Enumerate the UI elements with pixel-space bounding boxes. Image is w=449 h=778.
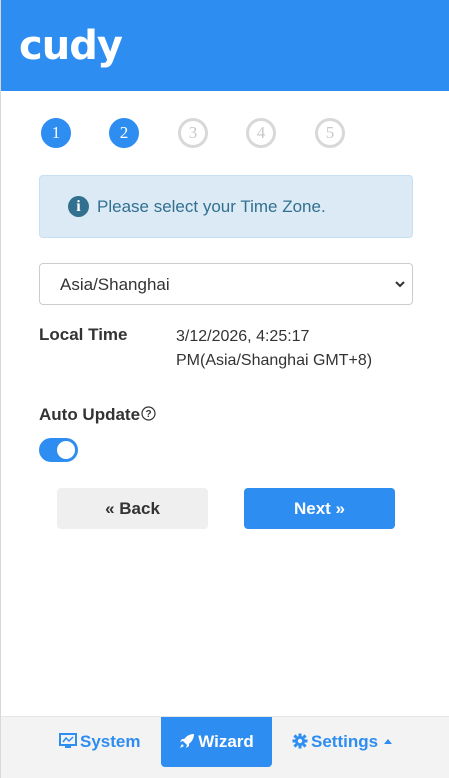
gear-icon — [292, 733, 308, 749]
auto-update-text: Auto Update — [39, 405, 141, 424]
timezone-alert: i Please select your Time Zone. — [39, 175, 413, 238]
bottom-nav: System Wizard Settings — [1, 716, 449, 778]
caret-up-icon — [384, 739, 393, 744]
local-time-value: 3/12/2026, 4:25:17 PM(Asia/Shanghai GMT+… — [176, 328, 373, 369]
back-button[interactable]: « Back — [57, 488, 208, 529]
question-circle-icon[interactable]: ? — [141, 406, 156, 421]
step-1[interactable]: 1 — [41, 118, 71, 148]
step-4: 4 — [246, 118, 276, 148]
rocket-icon — [180, 734, 195, 748]
timezone-selected-value: Asia/Shanghai — [60, 275, 170, 294]
svg-text:?: ? — [145, 409, 151, 420]
header-bar: cudy — [1, 0, 449, 91]
nav-wizard[interactable]: Wizard — [161, 717, 272, 767]
nav-system-label: System — [80, 732, 141, 751]
alert-message: Please select your Time Zone. — [97, 197, 326, 216]
auto-update-label: Auto Update? — [39, 405, 156, 425]
nav-system[interactable]: System — [59, 717, 140, 767]
step-2[interactable]: 2 — [109, 118, 139, 148]
nav-wizard-label: Wizard — [198, 732, 254, 751]
wizard-page: cudy 1 2 3 4 5 i Please select your Time… — [0, 0, 449, 778]
timezone-select[interactable]: Asia/Shanghai — [39, 263, 413, 305]
auto-update-toggle[interactable] — [39, 438, 78, 462]
monitor-icon — [59, 733, 77, 748]
step-3: 3 — [178, 118, 208, 148]
chevron-down-icon — [395, 281, 405, 288]
cudy-logo[interactable]: cudy — [19, 22, 123, 70]
info-icon: i — [68, 196, 89, 217]
local-time-label: Local Time — [39, 325, 128, 344]
nav-settings[interactable]: Settings — [292, 717, 393, 767]
step-5: 5 — [315, 118, 345, 148]
next-button[interactable]: Next » — [244, 488, 395, 529]
nav-settings-label: Settings — [311, 732, 379, 751]
toggle-knob — [57, 441, 75, 459]
